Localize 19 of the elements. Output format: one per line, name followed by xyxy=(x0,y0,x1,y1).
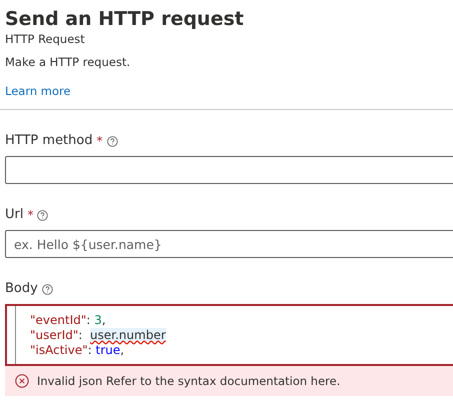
required-mark: * xyxy=(96,133,103,150)
text-field[interactable]: ex. Hello ${user.name} xyxy=(5,230,453,258)
panel-description: Make a HTTP request. xyxy=(5,55,132,69)
field-label: Body xyxy=(5,280,38,298)
code-line: "eventId": 3, xyxy=(30,313,106,328)
help-icon[interactable] xyxy=(37,210,48,220)
panel-title: Send an HTTP request xyxy=(5,7,245,32)
required-mark: * xyxy=(27,207,34,224)
field-label: Url xyxy=(5,206,24,224)
help-icon[interactable] xyxy=(106,136,118,146)
error-text: Invalid json Refer to the syntax documentation here. xyxy=(37,374,340,388)
panel-subtitle: HTTP Request xyxy=(5,32,86,46)
code-line: "isActive": true, xyxy=(30,343,124,358)
field-label: HTTP method xyxy=(5,132,93,150)
learn-more-link[interactable]: Learn more xyxy=(5,84,71,98)
help-icon[interactable] xyxy=(42,284,53,294)
error-icon xyxy=(15,374,29,388)
text-field[interactable] xyxy=(5,156,453,184)
code-line: "userId": user.number xyxy=(30,328,166,343)
